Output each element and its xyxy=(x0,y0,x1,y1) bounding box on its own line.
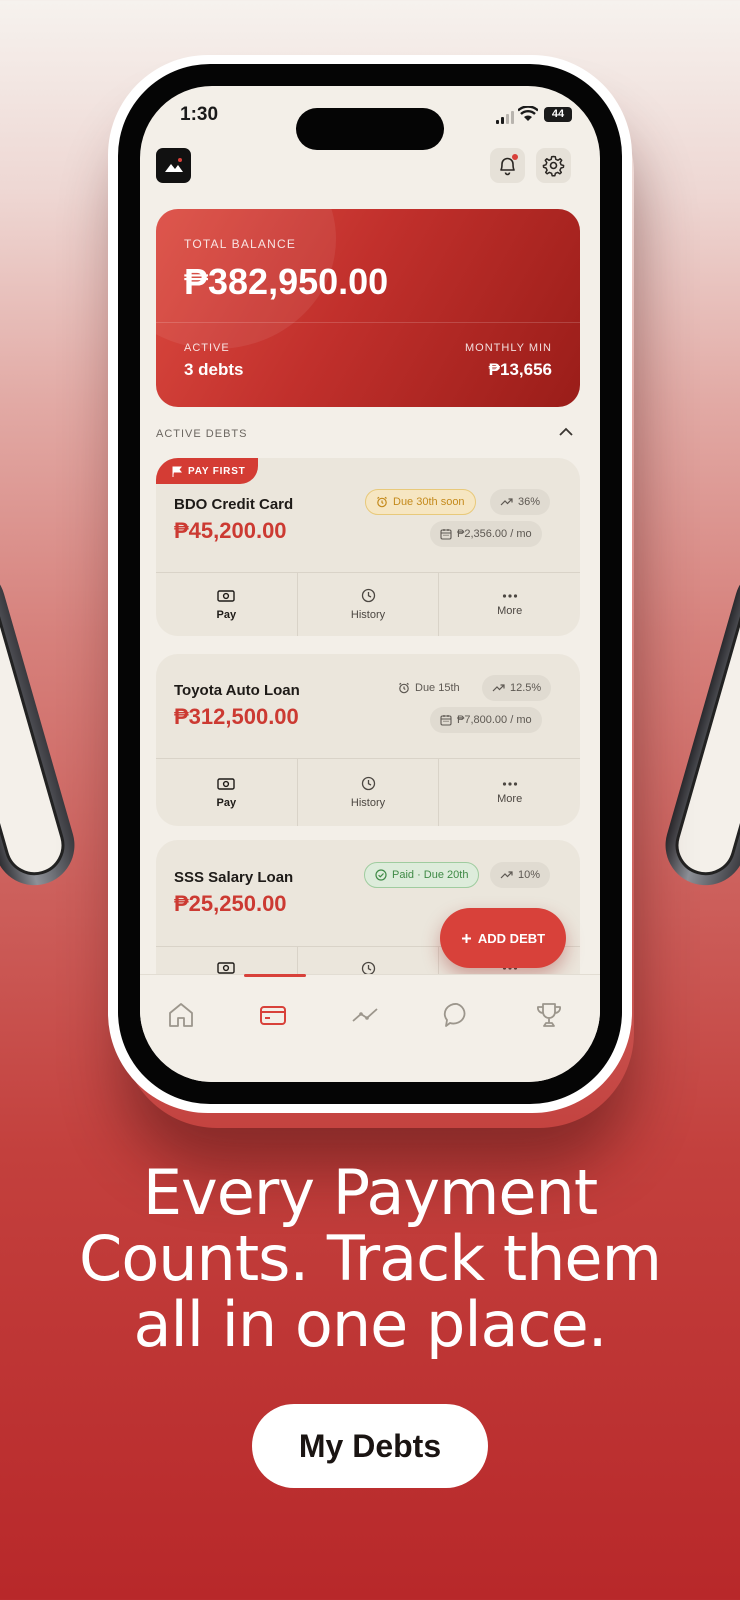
bell-icon xyxy=(500,157,515,176)
active-debts-count: 3 debts xyxy=(184,360,244,379)
add-debt-label: ADD DEBT xyxy=(477,930,546,946)
alarm-icon xyxy=(399,682,409,694)
debt-card[interactable]: Toyota Auto Loan ₱312,500.00 Due 15th 12… xyxy=(156,654,580,826)
bottom-tab-bar xyxy=(140,974,600,1082)
monthly-min-label: MONTHLY MIN xyxy=(465,342,552,354)
notifications-button[interactable] xyxy=(490,148,525,183)
ellipsis-icon xyxy=(502,781,517,786)
settings-button[interactable] xyxy=(536,148,571,183)
history-button[interactable]: History xyxy=(298,759,440,826)
history-label: History xyxy=(350,797,386,809)
notification-dot xyxy=(512,154,518,160)
pay-first-badge: PAY FIRST xyxy=(156,458,258,484)
pay-button[interactable] xyxy=(156,947,298,975)
active-debts-header: ACTIVE DEBTS xyxy=(156,428,248,440)
signal-icon xyxy=(496,110,514,124)
wifi-icon xyxy=(518,106,538,121)
cash-icon xyxy=(217,962,236,974)
debt-amount: ₱25,250.00 xyxy=(174,891,287,916)
my-debts-pill: My Debts xyxy=(252,1404,488,1488)
chevron-up-icon[interactable] xyxy=(558,426,574,438)
alarm-icon xyxy=(377,496,387,508)
due-text: Due 15th xyxy=(415,682,460,694)
monthly-text: ₱2,356.00 / mo xyxy=(457,528,532,540)
rate-chip: 10% xyxy=(490,862,551,888)
tab-home[interactable] xyxy=(158,995,204,1035)
rate-chip: 12.5% xyxy=(482,675,552,701)
tab-achievements[interactable] xyxy=(526,995,572,1035)
due-chip: Due 30th soon xyxy=(365,489,476,515)
monthly-chip: ₱2,356.00 / mo xyxy=(430,521,542,547)
rate-text: 36% xyxy=(518,496,541,508)
trend-up-icon xyxy=(500,498,513,506)
monthly-text: ₱7,800.00 / mo xyxy=(457,714,532,726)
ellipsis-icon xyxy=(502,593,517,598)
plus-icon xyxy=(461,933,471,943)
monthly-chip: ₱7,800.00 / mo xyxy=(430,707,542,733)
trend-icon xyxy=(352,1008,378,1022)
battery-icon: 44 xyxy=(544,107,572,122)
calendar-icon xyxy=(440,529,452,540)
tab-debts[interactable] xyxy=(250,995,296,1035)
chat-icon xyxy=(443,1003,466,1027)
total-balance-amount: ₱382,950.00 xyxy=(184,261,389,302)
pay-label: Pay xyxy=(216,796,237,809)
more-button[interactable]: More xyxy=(439,759,580,826)
debt-name: BDO Credit Card xyxy=(174,496,294,513)
debt-card[interactable]: PAY FIRST BDO Credit Card ₱45,200.00 Due… xyxy=(156,458,580,636)
pay-button[interactable]: Pay xyxy=(156,759,298,826)
promo-headline: Every Payment Counts. Track them all in … xyxy=(79,1156,662,1361)
total-balance-label: TOTAL BALANCE xyxy=(184,237,297,251)
due-text: Due 30th soon xyxy=(393,496,465,508)
history-button[interactable]: History xyxy=(298,573,440,636)
clock-icon xyxy=(361,588,375,603)
rate-text: 10% xyxy=(518,869,541,881)
debt-name: Toyota Auto Loan xyxy=(174,682,300,699)
trend-up-icon xyxy=(492,684,505,692)
pay-label: Pay xyxy=(216,608,237,621)
monthly-min-value: ₱13,656 xyxy=(488,360,552,379)
more-label: More xyxy=(497,792,523,805)
rate-text: 12.5% xyxy=(510,682,542,694)
cash-icon xyxy=(217,589,236,602)
history-button[interactable] xyxy=(298,947,440,976)
app-logo-icon[interactable] xyxy=(156,148,191,183)
paid-chip: Paid · Due 20th xyxy=(364,862,480,888)
tab-chat[interactable] xyxy=(434,995,480,1035)
app-screen: 1:30 44 TOTAL BALANCE ₱382,950.00 ACTIVE… xyxy=(140,86,600,1082)
card-icon xyxy=(260,1006,286,1025)
rate-chip: 36% xyxy=(490,489,551,515)
flag-icon xyxy=(172,466,182,477)
trophy-icon xyxy=(537,1003,561,1027)
check-circle-icon xyxy=(375,869,387,881)
clock-icon xyxy=(361,776,375,791)
status-time: 1:30 xyxy=(180,104,219,125)
active-tab-indicator xyxy=(244,974,306,977)
more-label: More xyxy=(497,604,523,617)
active-label: ACTIVE xyxy=(184,342,230,354)
side-phone-right xyxy=(656,555,740,895)
due-chip: Due 15th xyxy=(388,675,470,701)
debt-name: SSS Salary Loan xyxy=(174,869,294,886)
total-balance-card[interactable]: TOTAL BALANCE ₱382,950.00 ACTIVE 3 debts… xyxy=(156,209,580,407)
add-debt-button[interactable]: ADD DEBT xyxy=(440,908,566,968)
due-text: Paid · Due 20th xyxy=(392,869,469,881)
debt-amount: ₱45,200.00 xyxy=(174,518,287,543)
dynamic-island xyxy=(296,108,444,150)
tab-progress[interactable] xyxy=(342,995,388,1035)
cash-icon xyxy=(217,777,236,790)
home-icon xyxy=(169,1003,193,1027)
more-button[interactable]: More xyxy=(439,573,580,636)
trend-up-icon xyxy=(500,871,513,879)
debt-amount: ₱312,500.00 xyxy=(174,704,299,729)
pay-button[interactable]: Pay xyxy=(156,573,298,636)
side-phone-left xyxy=(0,555,84,895)
history-label: History xyxy=(350,609,386,621)
calendar-icon xyxy=(440,715,452,726)
gear-icon xyxy=(542,155,565,177)
pay-first-label: PAY FIRST xyxy=(188,465,246,477)
